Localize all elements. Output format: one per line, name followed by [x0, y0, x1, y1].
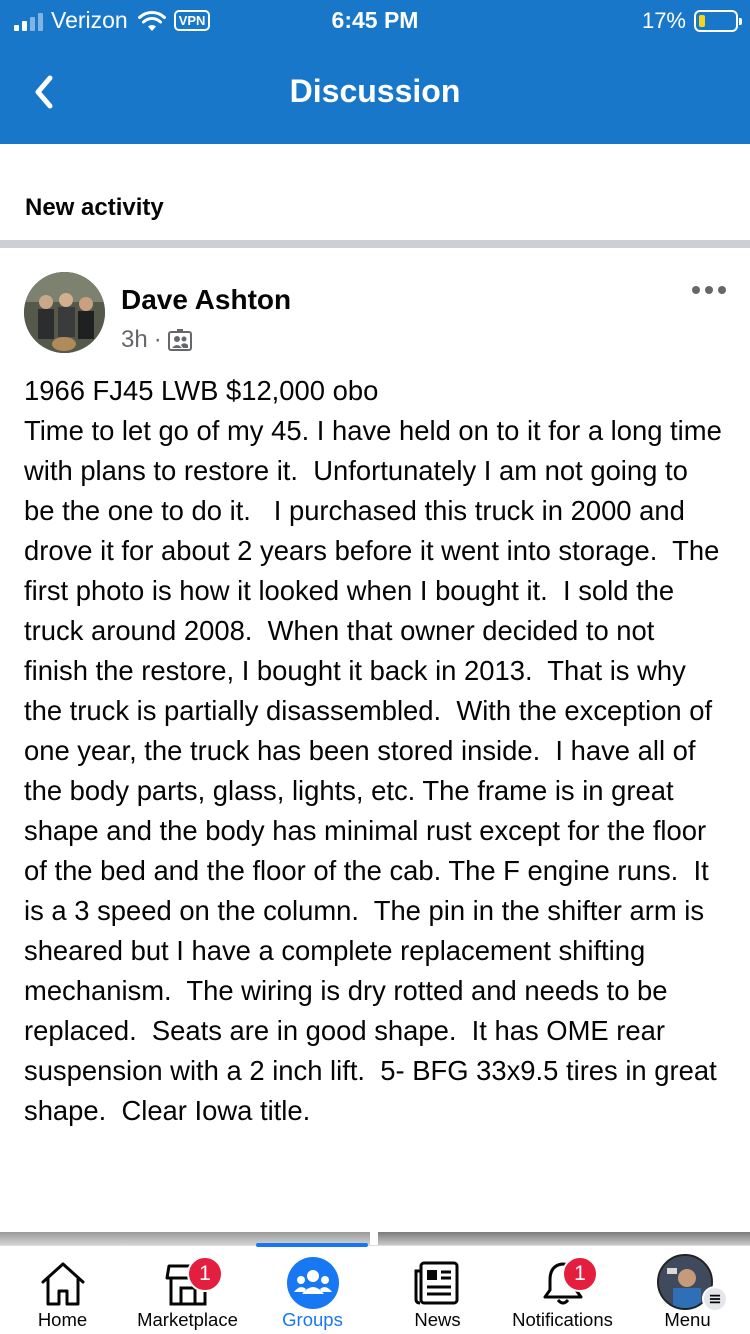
- battery-percentage: 17%: [641, 8, 686, 33]
- post-text: 1966 FJ45 LWB $12,000 obo Time to let go…: [24, 375, 722, 1126]
- post-photo[interactable]: [378, 1232, 750, 1246]
- tab-label-notifications: Notifications: [512, 1309, 613, 1330]
- new-activity-header: New activity: [0, 144, 750, 240]
- news-icon: [414, 1261, 458, 1305]
- more-options-icon[interactable]: [692, 282, 726, 298]
- meta-separator: ·: [153, 326, 162, 353]
- section-divider: [0, 240, 750, 248]
- group-members-icon: [167, 329, 192, 351]
- tab-notifications[interactable]: 1 Notifications: [500, 1246, 625, 1334]
- tab-label-news: News: [414, 1309, 461, 1330]
- author-name[interactable]: Dave Ashton: [121, 284, 291, 316]
- home-icon: [41, 1262, 84, 1306]
- notifications-badge: 1: [562, 1256, 598, 1292]
- avatar-photo-icon: [24, 272, 105, 353]
- tab-label-home: Home: [37, 1309, 88, 1330]
- status-bar: Verizon VPN 6:45 PM 17%: [0, 0, 750, 40]
- groups-icon: [286, 1257, 339, 1309]
- tab-home[interactable]: Home: [0, 1246, 125, 1334]
- clock: 6:45 PM: [331, 7, 419, 33]
- navigation-bar: Discussion: [0, 40, 750, 144]
- tab-menu[interactable]: Menu: [625, 1246, 750, 1334]
- tab-groups[interactable]: Groups: [250, 1246, 375, 1334]
- section-title: New activity: [25, 194, 164, 221]
- battery-icon: [694, 10, 742, 32]
- author-avatar[interactable]: [24, 272, 105, 353]
- tab-label-menu: Menu: [664, 1309, 711, 1330]
- bottom-tab-bar: Home 1 Marketplace Groups News 1 Notific…: [0, 1243, 750, 1334]
- page-title: Discussion: [289, 73, 461, 109]
- post-photos[interactable]: [0, 1232, 750, 1246]
- tab-label-groups: Groups: [282, 1309, 343, 1330]
- tab-label-marketplace: Marketplace: [137, 1309, 238, 1330]
- tab-marketplace[interactable]: 1 Marketplace: [125, 1246, 250, 1334]
- post-meta: 3h ·: [121, 326, 192, 354]
- marketplace-badge: 1: [187, 1256, 223, 1292]
- tab-news[interactable]: News: [375, 1246, 500, 1334]
- post-timestamp[interactable]: 3h: [121, 326, 148, 354]
